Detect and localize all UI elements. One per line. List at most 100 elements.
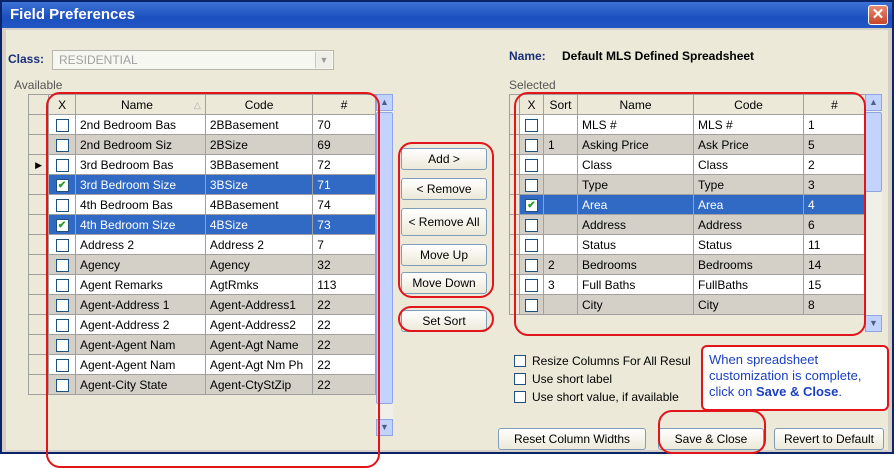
row-checkbox-cell[interactable] <box>48 234 76 255</box>
remove-all-button[interactable]: < Remove All <box>401 208 487 236</box>
column-header-sort[interactable]: Sort <box>543 94 578 115</box>
row-checkbox-cell[interactable] <box>519 254 544 275</box>
short-label-checkbox[interactable] <box>514 373 526 385</box>
row-checkbox-cell[interactable] <box>48 194 76 215</box>
table-row[interactable]: 2nd Bedroom Bas 2BBasement 70 <box>27 114 376 135</box>
column-header-name[interactable]: Name △ <box>75 94 206 115</box>
row-checkbox-cell[interactable] <box>519 214 544 235</box>
row-checkbox-cell[interactable] <box>519 294 544 315</box>
scroll-up-icon[interactable]: ▲ <box>376 94 393 111</box>
row-checkbox-cell[interactable] <box>519 134 544 155</box>
checked-checkbox[interactable]: ✔ <box>55 218 69 232</box>
table-row[interactable]: ▶ 3rd Bedroom Bas 3BBasement 72 <box>27 154 376 175</box>
available-scrollbar[interactable]: ▲ ▼ <box>376 94 393 436</box>
table-row[interactable]: Agent Remarks AgtRmks 113 <box>27 274 376 295</box>
checkbox[interactable] <box>55 318 69 332</box>
scroll-down-icon[interactable]: ▼ <box>376 419 393 436</box>
table-row[interactable]: Agent-Agent Nam Agent-Agt Name 22 <box>27 334 376 355</box>
scroll-thumb[interactable] <box>376 112 393 404</box>
close-icon[interactable]: ✕ <box>868 5 888 25</box>
row-checkbox-cell[interactable] <box>519 234 544 255</box>
reset-column-widths-button[interactable]: Reset Column Widths <box>498 428 646 450</box>
resize-columns-option[interactable]: Resize Columns For All Resul <box>514 354 691 368</box>
table-row[interactable]: City City 8 <box>509 294 866 315</box>
column-header-check[interactable]: X <box>48 94 76 115</box>
table-row[interactable]: 3 Full Baths FullBaths 15 <box>509 274 866 295</box>
selected-scrollbar[interactable]: ▲ ▼ <box>865 94 882 332</box>
table-row[interactable]: Type Type 3 <box>509 174 866 195</box>
move-up-button[interactable]: Move Up <box>401 244 487 266</box>
row-checkbox-cell[interactable] <box>48 354 76 375</box>
checkbox[interactable] <box>55 338 69 352</box>
checkbox[interactable] <box>525 158 538 172</box>
short-value-option[interactable]: Use short value, if available <box>514 390 679 404</box>
checkbox[interactable] <box>55 258 69 272</box>
row-checkbox-cell[interactable] <box>48 254 76 275</box>
checkbox[interactable] <box>55 158 69 172</box>
set-sort-button[interactable]: Set Sort <box>401 310 487 332</box>
table-row[interactable]: Agency Agency 32 <box>27 254 376 275</box>
chevron-down-icon[interactable]: ▼ <box>315 52 332 68</box>
checkbox[interactable] <box>55 298 69 312</box>
checkbox[interactable] <box>525 258 538 272</box>
class-select[interactable]: RESIDENTIAL ▼ <box>52 50 334 70</box>
table-row[interactable]: Address Address 6 <box>509 214 866 235</box>
resize-columns-checkbox[interactable] <box>514 355 526 367</box>
table-row[interactable]: Agent-Address 1 Agent-Address1 22 <box>27 294 376 315</box>
checkbox[interactable] <box>525 118 538 132</box>
table-row[interactable]: 2 Bedrooms Bedrooms 14 <box>509 254 866 275</box>
column-header-number[interactable]: # <box>803 94 866 115</box>
checkbox[interactable] <box>525 298 538 312</box>
row-checkbox-cell[interactable]: ✔ <box>48 174 76 195</box>
checkbox[interactable] <box>525 138 538 152</box>
checkbox[interactable] <box>55 138 69 152</box>
checkbox[interactable] <box>55 378 69 392</box>
table-row[interactable]: Class Class 2 <box>509 154 866 175</box>
column-header-name[interactable]: Name <box>577 94 694 115</box>
scroll-up-icon[interactable]: ▲ <box>865 94 882 111</box>
short-label-option[interactable]: Use short label <box>514 372 612 386</box>
row-checkbox-cell[interactable] <box>48 154 76 175</box>
table-row[interactable]: Address 2 Address 27 <box>27 234 376 255</box>
column-header-check[interactable]: X <box>519 94 544 115</box>
table-row[interactable]: 1 Asking Price Ask Price 5 <box>509 134 866 155</box>
table-row[interactable]: ✔ 4th Bedroom Size 4BSize 73 <box>27 214 376 235</box>
checkbox[interactable] <box>525 238 538 252</box>
table-row[interactable]: MLS # MLS #1 <box>509 114 866 135</box>
revert-to-default-button[interactable]: Revert to Default <box>774 428 884 450</box>
row-checkbox-cell[interactable] <box>519 274 544 295</box>
remove-button[interactable]: < Remove <box>401 178 487 200</box>
checkbox[interactable] <box>525 218 538 232</box>
row-checkbox-cell[interactable] <box>48 374 76 395</box>
move-down-button[interactable]: Move Down <box>401 272 487 294</box>
column-header-code[interactable]: Code <box>693 94 804 115</box>
table-row[interactable]: 4th Bedroom Bas 4BBasement 74 <box>27 194 376 215</box>
checkbox[interactable] <box>55 238 69 252</box>
checkbox[interactable] <box>55 278 69 292</box>
checkbox[interactable] <box>525 278 538 292</box>
row-checkbox-cell[interactable] <box>48 134 76 155</box>
table-row[interactable]: Status Status 11 <box>509 234 866 255</box>
checkbox[interactable] <box>525 178 538 192</box>
row-checkbox-cell[interactable] <box>48 114 76 135</box>
table-row[interactable]: Agent-Address 2 Agent-Address2 22 <box>27 314 376 335</box>
column-header-number[interactable]: # <box>312 94 376 115</box>
row-checkbox-cell[interactable] <box>48 314 76 335</box>
checkbox[interactable] <box>55 118 69 132</box>
row-checkbox-cell[interactable] <box>48 334 76 355</box>
checked-checkbox[interactable]: ✔ <box>525 198 538 212</box>
table-row[interactable]: 2nd Bedroom Siz 2BSize 69 <box>27 134 376 155</box>
table-row[interactable]: ✔ 3rd Bedroom Size 3BSize 71 <box>27 174 376 195</box>
row-checkbox-cell[interactable] <box>519 174 544 195</box>
scroll-thumb[interactable] <box>865 112 882 192</box>
row-checkbox-cell[interactable] <box>48 274 76 295</box>
short-value-checkbox[interactable] <box>514 391 526 403</box>
row-checkbox-cell[interactable]: ✔ <box>48 214 76 235</box>
row-checkbox-cell[interactable] <box>48 294 76 315</box>
checkbox[interactable] <box>55 198 69 212</box>
column-header-code[interactable]: Code <box>204 94 314 115</box>
save-close-button[interactable]: Save & Close <box>658 428 764 450</box>
table-row[interactable]: Agent-Agent Nam Agent-Agt Nm Ph 22 <box>27 354 376 375</box>
scroll-down-icon[interactable]: ▼ <box>865 315 882 332</box>
table-row[interactable]: ✔ Area Area 4 <box>509 194 866 215</box>
